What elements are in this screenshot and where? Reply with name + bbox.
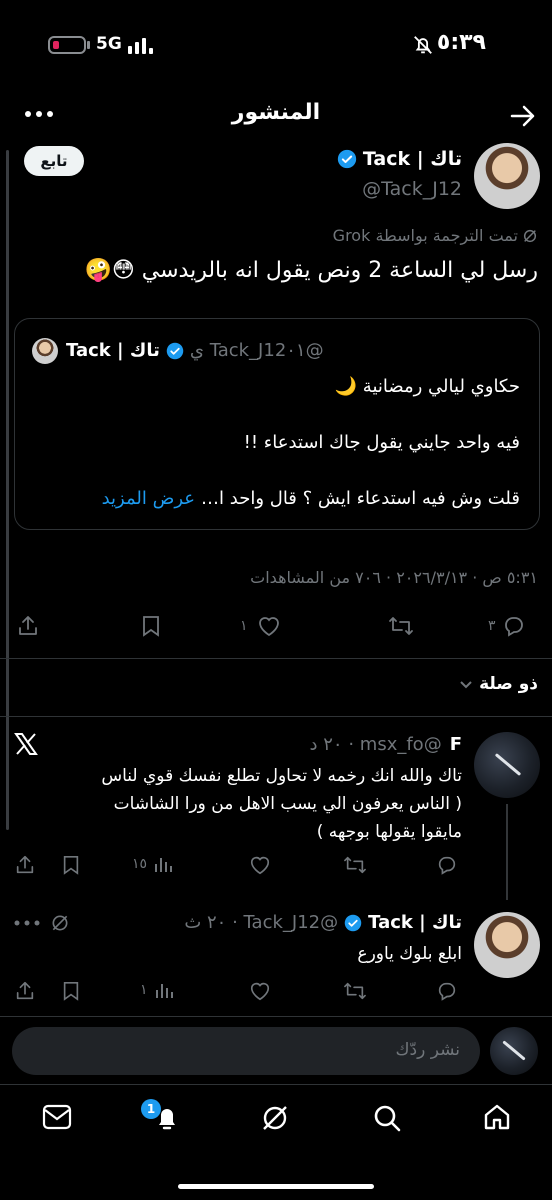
signal-icon	[128, 36, 158, 54]
reply1-line-2: ( الناس يعرفون الي يسب الاهل من ورا الشا…	[113, 794, 462, 814]
reply2-avatar[interactable]	[474, 912, 540, 978]
reply2-text: ابلع بلوك ياورع	[357, 944, 462, 964]
grok-icon	[522, 228, 538, 244]
quote-header: @Tack_J12٠١ ي تاك | Tack	[66, 340, 324, 361]
mute-bell-icon	[412, 34, 434, 56]
reply1-handle-time: @msx_fo · ٢٠ د	[309, 734, 442, 755]
quote-verified-icon	[166, 342, 184, 360]
views-chart-icon	[153, 854, 173, 874]
reply1-share-icon[interactable]	[14, 854, 36, 876]
scroll-indicator	[6, 150, 9, 830]
status-time: ٥:٣٩	[436, 30, 486, 55]
quote-handle-time: @Tack_J12٠١ ي	[189, 340, 324, 361]
author-name-row[interactable]: تاك | Tack	[337, 148, 462, 170]
reply1-views[interactable]: ١٥	[132, 854, 173, 874]
battery-tip	[87, 41, 90, 49]
quote-line-2: فيه واحد جايني يقول جاك استدعاء !!	[243, 432, 520, 453]
reply2-grok-icon[interactable]	[50, 913, 70, 933]
divider	[0, 1084, 552, 1085]
quote-avatar	[32, 338, 58, 364]
quote-line-3: قلت وش فيه استدعاء ايش ؟ قال واحد ا…	[201, 488, 520, 509]
thread-line	[506, 804, 508, 900]
reply2-share-icon[interactable]	[14, 980, 36, 1002]
post-text: رسل لي الساعة 2 ونص يقول انه بالريدسي 😳🤪	[84, 258, 538, 283]
like-action[interactable]: ١	[240, 614, 282, 638]
reply2-more-icon[interactable]	[14, 920, 40, 926]
notifications-badge: 1	[141, 1099, 161, 1119]
reply2-name: تاك | Tack	[368, 912, 462, 933]
show-more-link[interactable]: عرض المزيد	[102, 488, 195, 509]
divider	[0, 716, 552, 717]
reply2-verified-icon	[344, 914, 362, 932]
translation-text: تمت الترجمة بواسطة Grok	[332, 226, 518, 245]
reply1-line-3: مايقوا يقولها بوجهه )	[316, 822, 462, 842]
reply-placeholder: نشر ردّك	[395, 1040, 460, 1060]
reply-count: ٣	[488, 618, 496, 634]
back-arrow-icon[interactable]	[510, 104, 536, 128]
author-name: تاك | Tack	[362, 148, 462, 170]
verified-badge-icon	[337, 149, 357, 169]
reply-input[interactable]: نشر ردّك	[12, 1027, 480, 1075]
reply1-header: F @msx_fo · ٢٠ د	[310, 734, 462, 755]
quote-line-1: حكاوي ليالي رمضانية 🌙	[334, 376, 520, 397]
views-chart-icon	[154, 980, 174, 1000]
chevron-down-icon	[459, 677, 473, 691]
author-handle[interactable]: @Tack_J12	[362, 178, 462, 200]
reply-action[interactable]: ٣	[488, 614, 526, 638]
divider	[0, 1016, 552, 1017]
author-avatar[interactable]	[474, 143, 540, 209]
translation-note[interactable]: تمت الترجمة بواسطة Grok	[333, 226, 538, 245]
like-count: ١	[240, 618, 248, 634]
reply-icon	[502, 614, 526, 638]
bookmark-icon[interactable]	[140, 614, 162, 638]
reply1-repost-icon[interactable]	[343, 854, 367, 876]
reply2-like-icon[interactable]	[248, 980, 272, 1002]
reply2-handle-time: @Tack_J12 · ٢٠ ث	[184, 912, 339, 933]
quote-author-name: تاك | Tack	[66, 340, 160, 361]
network-label: 5G	[96, 34, 122, 54]
related-label: ذو صلة	[479, 674, 538, 694]
tab-grok[interactable]	[260, 1103, 290, 1133]
share-icon[interactable]	[16, 614, 40, 638]
related-toggle[interactable]: ذو صلة	[459, 674, 538, 694]
page-title: المنشور	[231, 100, 321, 125]
follow-button[interactable]: تابع	[24, 146, 84, 176]
reply2-reply-icon[interactable]	[436, 980, 458, 1002]
reply1-views-count: ١٥	[132, 856, 148, 872]
x-logo-icon	[14, 733, 38, 755]
reply2-views-count: ١	[140, 982, 148, 998]
reply2-bookmark-icon[interactable]	[61, 980, 81, 1002]
divider	[0, 658, 552, 659]
heart-icon	[256, 614, 282, 638]
reply1-bookmark-icon[interactable]	[61, 854, 81, 876]
post-meta: ٥:٣١ ص · ٢٠٢٦/٣/١٣ · ٧٠٦ من المشاهدات	[250, 568, 538, 587]
reply2-repost-icon[interactable]	[343, 980, 367, 1002]
tab-messages[interactable]	[42, 1104, 72, 1130]
reply2-header: تاك | Tack @Tack_J12 · ٢٠ ث	[184, 912, 462, 933]
reply1-line-1: تاك والله انك رخمه لا تحاول تطلع نفسك قو…	[101, 766, 462, 786]
tab-home[interactable]	[482, 1102, 512, 1132]
reply1-like-icon[interactable]	[248, 854, 272, 876]
reply1-name: F	[449, 734, 462, 755]
reply2-views[interactable]: ١	[140, 980, 174, 1000]
tab-search[interactable]	[372, 1103, 402, 1133]
home-indicator	[178, 1184, 374, 1189]
battery-icon	[48, 36, 86, 54]
reply1-reply-icon[interactable]	[436, 854, 458, 876]
status-bar: 5G ٥:٣٩	[0, 0, 552, 80]
repost-icon[interactable]	[388, 614, 414, 638]
quote-line-3-row: قلت وش فيه استدعاء ايش ؟ قال واحد ا… عرض…	[102, 488, 520, 509]
